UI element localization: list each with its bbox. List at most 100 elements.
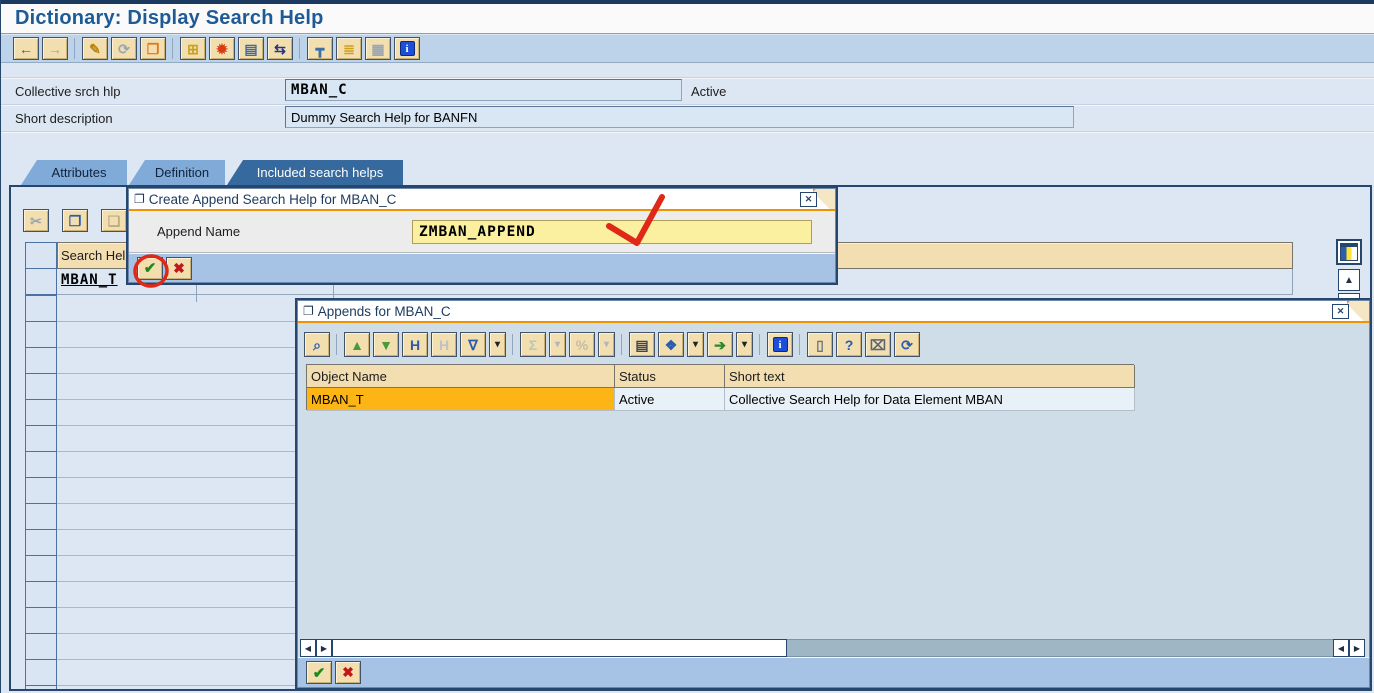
documentation-button[interactable]: ? — [836, 332, 862, 357]
views-menu-button[interactable]: ▾ — [687, 332, 704, 357]
scroll-right-button[interactable]: ▶ — [316, 639, 332, 657]
tab-included-search-helps[interactable]: Included search helps — [227, 160, 403, 185]
grid-select-all-cell[interactable] — [25, 242, 57, 269]
table-cell-short-text[interactable]: Collective Search Help for Data Element … — [725, 388, 1135, 411]
copy-button[interactable]: ❐ — [62, 209, 88, 232]
set-filter-icon: ∇ — [468, 336, 478, 353]
refresh-list-button[interactable]: ⟳ — [894, 332, 920, 357]
create-dialog-close-button[interactable]: ✕ — [800, 192, 817, 207]
back-button[interactable]: ← — [13, 37, 39, 60]
grid-row-selector[interactable] — [25, 685, 57, 689]
column-header-object-name[interactable]: Object Name — [307, 365, 615, 388]
display-edit-button[interactable]: ✎ — [82, 37, 108, 60]
export-button[interactable]: ➔ — [707, 332, 733, 357]
create-append-icon: ▯ — [816, 336, 824, 353]
page-title: Dictionary: Display Search Help — [15, 7, 324, 29]
information-button[interactable]: i — [767, 332, 793, 357]
column-header-status[interactable]: Status — [615, 365, 725, 388]
grid-row-selector[interactable] — [25, 425, 57, 452]
grid-row-selector[interactable] — [25, 477, 57, 504]
sort-descending-button[interactable]: ▼ — [373, 332, 399, 357]
copy-object-button[interactable]: ❐ — [140, 37, 166, 60]
appends-dialog-close-button[interactable]: ✕ — [1332, 304, 1349, 319]
grid-row-selector[interactable] — [25, 659, 57, 686]
object-list-button[interactable]: ≣ — [336, 37, 362, 60]
find-next-button[interactable]: H — [431, 332, 457, 357]
append-name-field[interactable]: ZMBAN_APPEND — [412, 220, 812, 244]
set-filter-menu-button[interactable]: ▾ — [489, 332, 506, 357]
application-toolbar: ← → ✎ ⟳ ❐ ⊞ ✹ ▤ ⇆ ┳ ≣ ▦ i — [1, 35, 1374, 63]
horizontal-scrollbar[interactable]: ◀ ▶ ◀ ▶ — [300, 639, 1365, 657]
navigation-button[interactable]: ⇆ — [267, 37, 293, 60]
subtotal-menu-button[interactable]: ▾ — [598, 332, 615, 357]
title-bar: Dictionary: Display Search Help — [1, 4, 1374, 34]
create-append-button[interactable]: ▯ — [807, 332, 833, 357]
column-configuration-button[interactable] — [1336, 239, 1362, 265]
appends-dialog-title: Appends for MBAN_C — [317, 303, 451, 319]
hierarchy-button[interactable]: ┳ — [307, 37, 333, 60]
create-dialog-titlebar[interactable]: ❐ Create Append Search Help for MBAN_C ✕ — [129, 189, 835, 211]
grid-row-selector[interactable] — [25, 268, 57, 295]
set-filter-button[interactable]: ∇ — [460, 332, 486, 357]
grid-column-line — [196, 283, 197, 302]
create-dialog-cancel-button[interactable]: ✖ — [166, 256, 192, 280]
appends-dialog-cancel-button[interactable]: ✖ — [335, 661, 361, 684]
hierarchy-icon: ┳ — [315, 40, 325, 57]
table-cell-object-name[interactable]: MBAN_T — [307, 388, 615, 411]
sort-ascending-button[interactable]: ▲ — [344, 332, 370, 357]
create-append-dialog: ❐ Create Append Search Help for MBAN_C ✕… — [126, 186, 838, 285]
appends-dialog: ❐ Appends for MBAN_C ✕ ⌕ ▲ ▼ H H ∇ ▾ Σ ▾% ▾ ▤ ❖ ▾ ➔ ▾ i… — [295, 298, 1372, 690]
tab-attributes[interactable]: Attributes — [21, 160, 127, 185]
dialog-window-icon: ❐ — [134, 192, 145, 206]
delete-append-button[interactable]: ⌧ — [865, 332, 891, 357]
grid-row-selector[interactable] — [25, 555, 57, 582]
export-menu-button[interactable]: ▾ — [736, 332, 753, 357]
choose-detail-button[interactable]: ⌕ — [304, 332, 330, 357]
paste-button[interactable]: ❏ — [101, 209, 127, 232]
grid-row-selector[interactable] — [25, 581, 57, 608]
grid-row-value[interactable]: MBAN_T — [61, 272, 118, 288]
table-cell-status[interactable]: Active — [615, 388, 725, 411]
scroll-left-button[interactable]: ◀ — [1333, 639, 1349, 657]
appends-dialog-continue-button[interactable]: ✔ — [306, 661, 332, 684]
where-used-list-button[interactable]: ⊞ — [180, 37, 206, 60]
collective-search-help-field[interactable]: MBAN_C — [285, 79, 682, 101]
copy-icon: ❐ — [68, 212, 82, 229]
grid-row-selector[interactable] — [25, 295, 57, 322]
cut-button[interactable]: ✂ — [23, 209, 49, 232]
total-button[interactable]: Σ — [520, 332, 546, 357]
find-button[interactable]: H — [402, 332, 428, 357]
scrollbar-track[interactable] — [787, 639, 1333, 657]
forward-button[interactable]: → — [42, 37, 68, 60]
grid-row-selector[interactable] — [25, 503, 57, 530]
tab-definition[interactable]: Definition — [129, 160, 225, 185]
sort-ascending-icon: ▲ — [350, 336, 364, 353]
activate-button[interactable]: ✹ — [209, 37, 235, 60]
information-button[interactable]: i — [394, 37, 420, 60]
test-icon: ▤ — [244, 40, 258, 57]
scroll-left-button[interactable]: ◀ — [300, 639, 316, 657]
grid-row-selector[interactable] — [25, 399, 57, 426]
grid-row-selector[interactable] — [25, 347, 57, 374]
refresh-button[interactable]: ⟳ — [111, 37, 137, 60]
appends-dialog-titlebar[interactable]: ❐ Appends for MBAN_C ✕ — [298, 301, 1369, 323]
grid-row-selector[interactable] — [25, 373, 57, 400]
grid-row-selector[interactable] — [25, 321, 57, 348]
total-menu-button[interactable]: ▾ — [549, 332, 566, 357]
grid-row-line — [57, 659, 299, 660]
views-button[interactable]: ❖ — [658, 332, 684, 357]
scrollbar-thumb[interactable] — [332, 639, 787, 657]
print-button[interactable]: ▤ — [629, 332, 655, 357]
test-button[interactable]: ▤ — [238, 37, 264, 60]
grid-row-selector[interactable] — [25, 451, 57, 478]
column-header-short-text[interactable]: Short text — [725, 365, 1135, 388]
scroll-right-button[interactable]: ▶ — [1349, 639, 1365, 657]
subtotal-button[interactable]: % — [569, 332, 595, 357]
grid-row-selector[interactable] — [25, 633, 57, 660]
grid-row-selector[interactable] — [25, 529, 57, 556]
grid-row-selector[interactable] — [25, 607, 57, 634]
detail-display-button[interactable]: ▦ — [365, 37, 391, 60]
scroll-up-button[interactable]: ▲ — [1338, 269, 1360, 291]
create-dialog-continue-button[interactable]: ✔ — [137, 256, 163, 280]
short-description-field[interactable]: Dummy Search Help for BANFN — [285, 106, 1074, 128]
